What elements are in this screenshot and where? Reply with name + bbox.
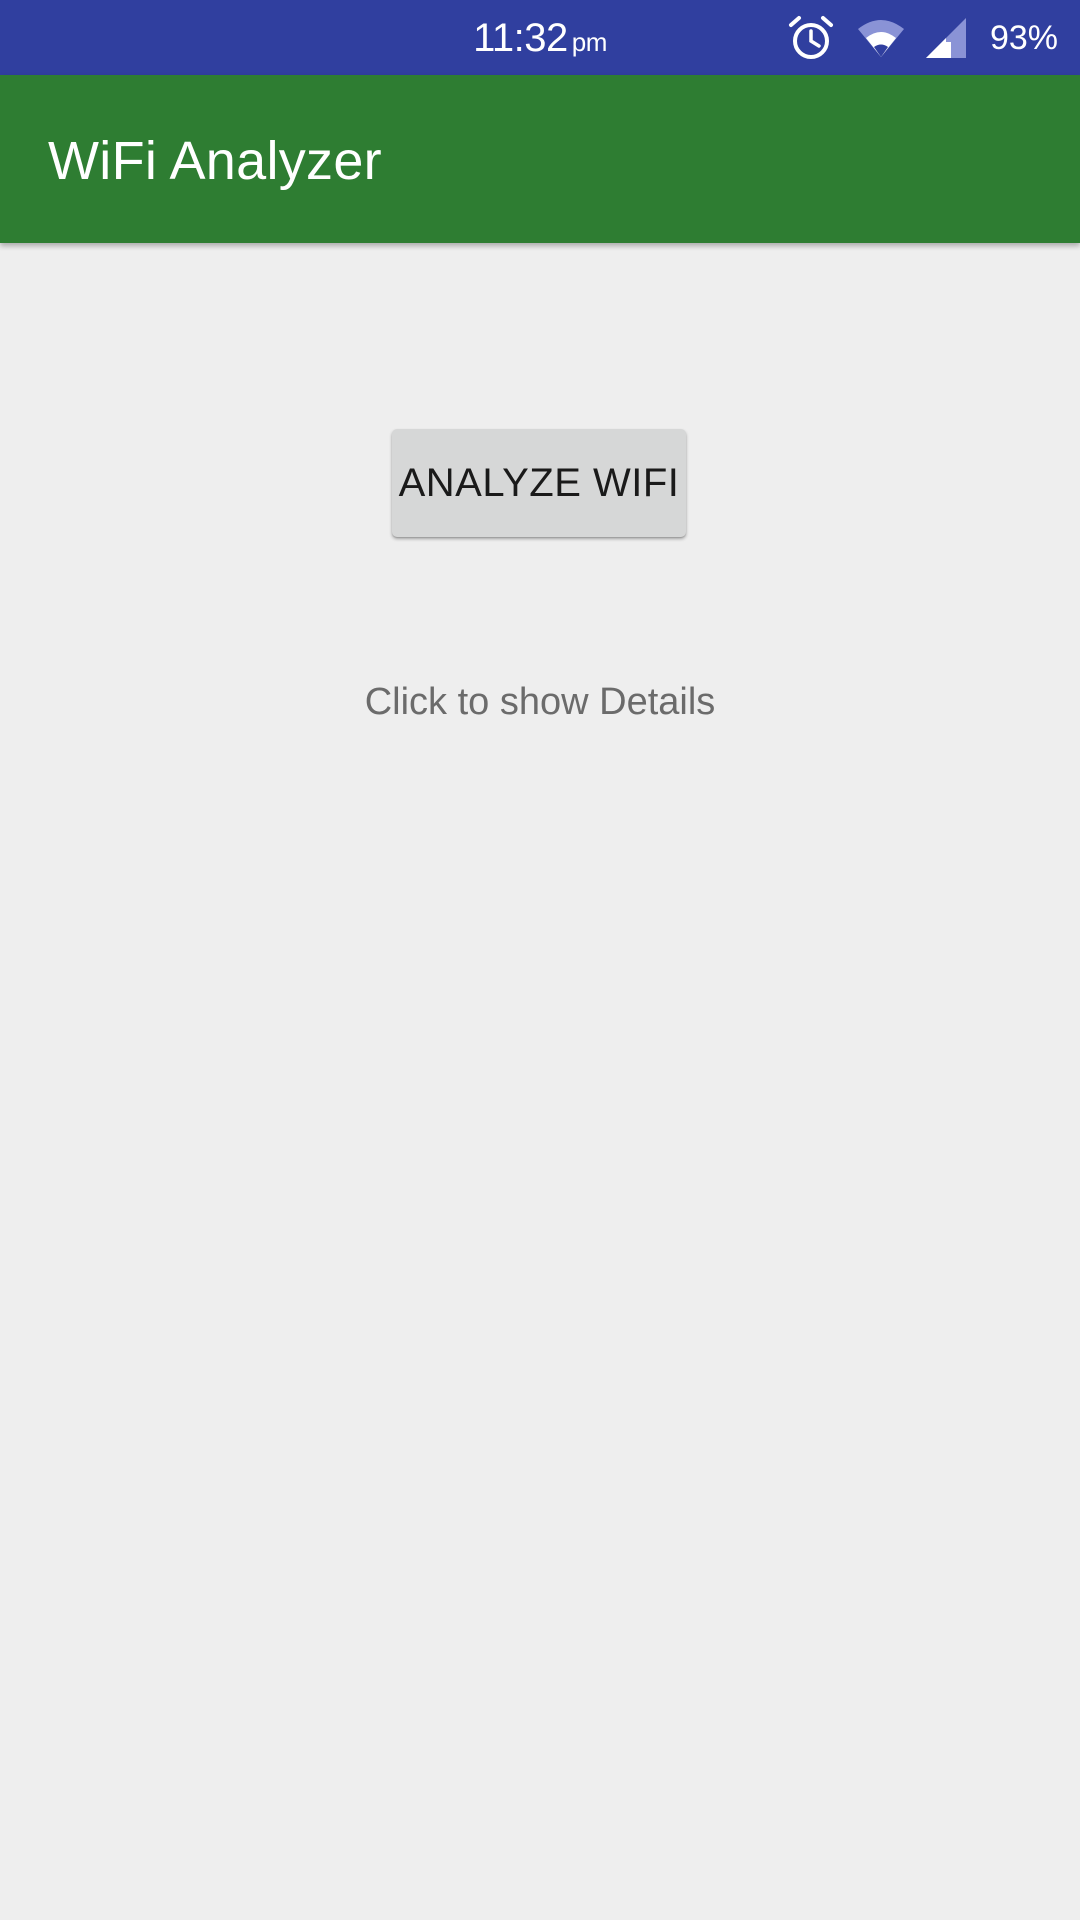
status-ampm: pm [571, 27, 608, 57]
status-time: 11:32 [473, 16, 568, 60]
details-text: Click to show Details [364, 681, 716, 723]
main-content: ANALYZE WIFI Click to show Details [0, 243, 1080, 1920]
status-bar: 11:32 pm 93% [0, 0, 1080, 75]
analyze-wifi-button[interactable]: ANALYZE WIFI [392, 429, 686, 537]
battery-percentage: 93% [989, 19, 1058, 57]
cell-signal-icon [924, 16, 968, 60]
app-title: WiFi Analyzer [48, 131, 382, 191]
app-bar: WiFi Analyzer [0, 75, 1080, 243]
wifi-icon [856, 17, 906, 59]
status-icons: 93% [788, 14, 1058, 62]
alarm-clock-icon [788, 15, 834, 61]
